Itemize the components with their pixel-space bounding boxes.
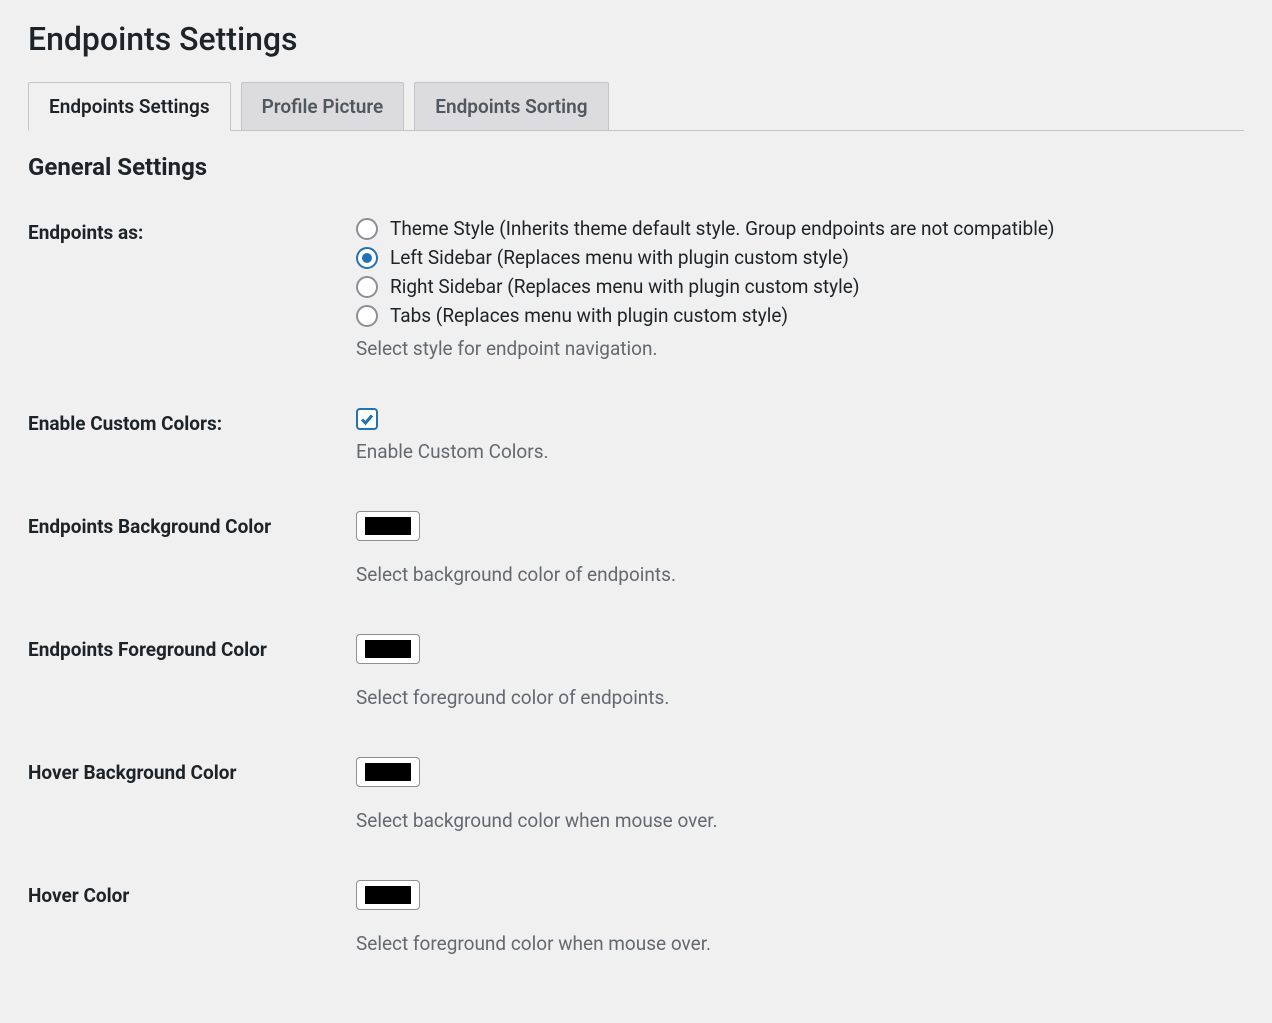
radio-theme-style[interactable]: Theme Style (Inherits theme default styl… [356,217,1244,240]
field-fg-color: Endpoints Foreground Color Select foregr… [28,634,1244,709]
help-bg-color: Select background color of endpoints. [356,563,1244,586]
label-fg-color: Endpoints Foreground Color [28,634,356,661]
help-hover-bg-color: Select background color when mouse over. [356,809,1244,832]
tabs-nav: Endpoints Settings Profile Picture Endpo… [28,82,1244,131]
radio-left-sidebar[interactable]: Left Sidebar (Replaces menu with plugin … [356,246,1244,269]
color-picker-fg[interactable] [356,634,420,664]
radio-label: Right Sidebar (Replaces menu with plugin… [390,275,859,298]
help-endpoints-as: Select style for endpoint navigation. [356,337,1244,360]
radio-tabs[interactable]: Tabs (Replaces menu with plugin custom s… [356,304,1244,327]
color-picker-hover-bg[interactable] [356,757,420,787]
tab-endpoints-sorting[interactable]: Endpoints Sorting [414,82,608,130]
radio-right-sidebar[interactable]: Right Sidebar (Replaces menu with plugin… [356,275,1244,298]
check-icon [359,411,375,427]
page-title: Endpoints Settings [28,20,1244,58]
field-endpoints-as: Endpoints as: Theme Style (Inherits them… [28,217,1244,360]
help-hover-color: Select foreground color when mouse over. [356,932,1244,955]
label-bg-color: Endpoints Background Color [28,511,356,538]
help-enable-custom-colors: Enable Custom Colors. [356,440,1244,463]
tab-endpoints-settings[interactable]: Endpoints Settings [28,82,231,131]
field-hover-bg-color: Hover Background Color Select background… [28,757,1244,832]
section-title: General Settings [28,153,1244,181]
color-picker-hover-color[interactable] [356,880,420,910]
field-bg-color: Endpoints Background Color Select backgr… [28,511,1244,586]
field-hover-color: Hover Color Select foreground color when… [28,880,1244,955]
color-swatch [365,763,411,781]
checkbox-enable-custom-colors[interactable] [356,408,378,430]
label-endpoints-as: Endpoints as: [28,217,356,244]
radio-label: Left Sidebar (Replaces menu with plugin … [390,246,849,269]
radio-label: Theme Style (Inherits theme default styl… [390,217,1055,240]
color-picker-bg[interactable] [356,511,420,541]
label-hover-color: Hover Color [28,880,356,907]
color-swatch [365,517,411,535]
label-enable-custom-colors: Enable Custom Colors: [28,408,356,435]
color-swatch [365,886,411,904]
radio-icon [356,305,378,327]
help-fg-color: Select foreground color of endpoints. [356,686,1244,709]
tab-profile-picture[interactable]: Profile Picture [241,82,405,130]
radio-icon [356,247,378,269]
radio-icon [356,276,378,298]
field-enable-custom-colors: Enable Custom Colors: Enable Custom Colo… [28,408,1244,463]
radio-label: Tabs (Replaces menu with plugin custom s… [390,304,788,327]
color-swatch [365,640,411,658]
radio-icon [356,218,378,240]
label-hover-bg-color: Hover Background Color [28,757,356,784]
